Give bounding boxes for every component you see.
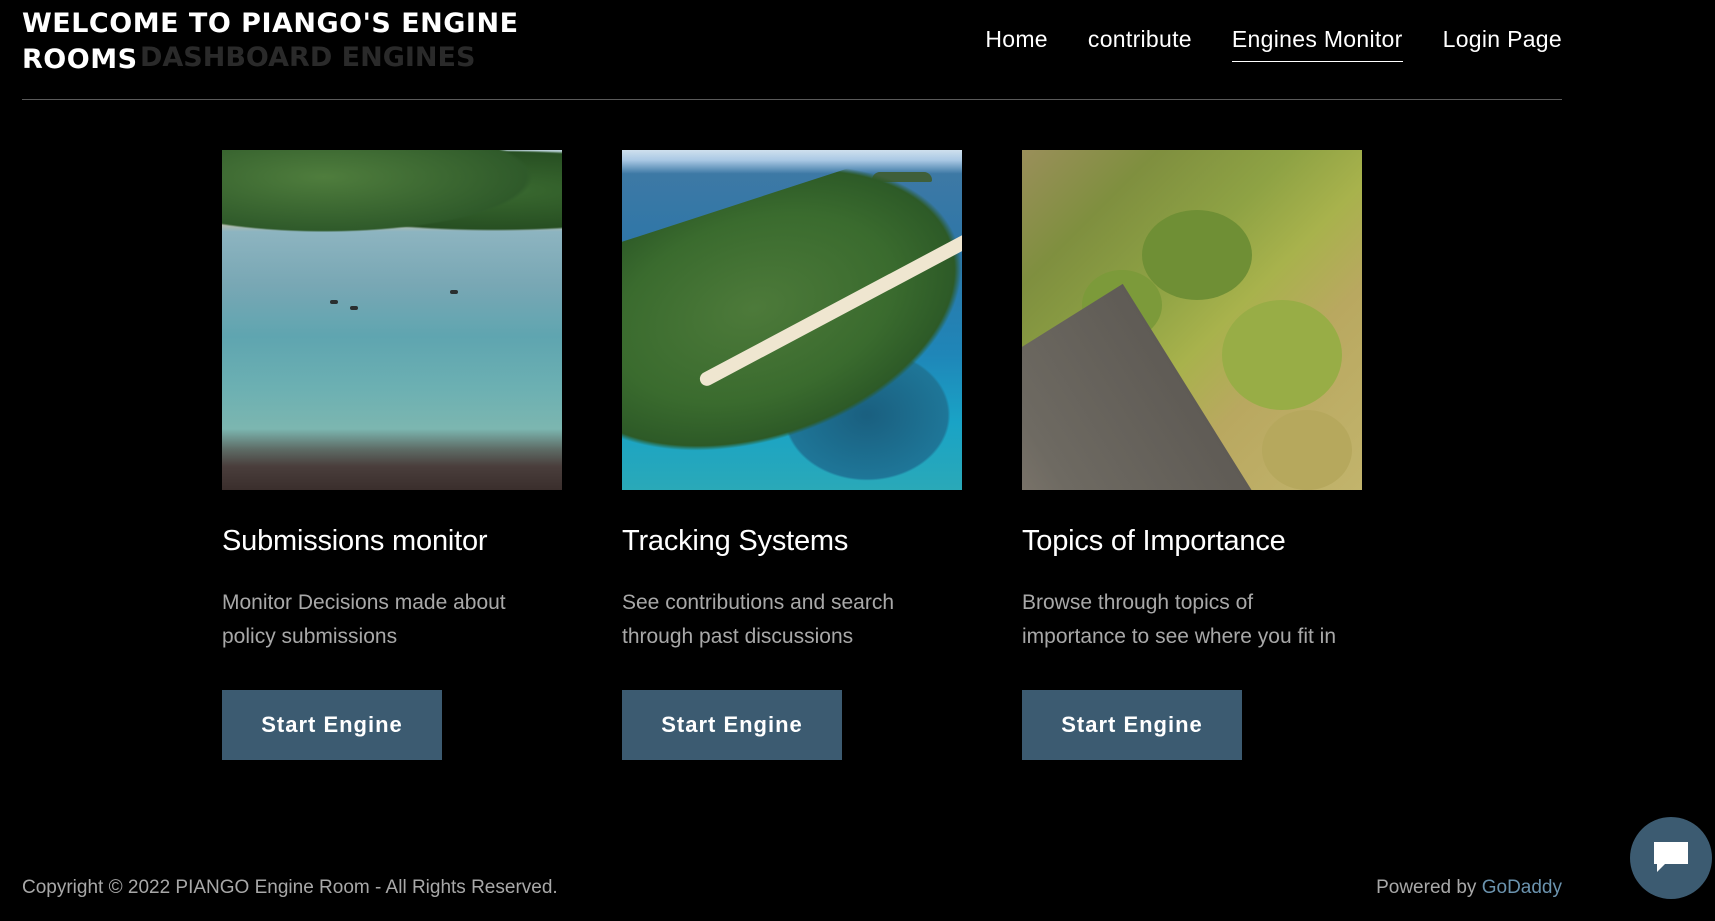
card-title: Tracking Systems (622, 525, 849, 557)
card-submissions-monitor: Submissions monitor Monitor Decisions ma… (222, 150, 562, 760)
island-image (622, 150, 962, 490)
powered-by: Powered by GoDaddy (1376, 877, 1562, 899)
card-title: Submissions monitor (222, 525, 488, 557)
chat-button[interactable] (1630, 817, 1712, 899)
grass-road-image (1022, 150, 1362, 490)
card-tracking-systems: Tracking Systems See contributions and s… (622, 150, 962, 760)
site-title[interactable]: WELCOME TO PIANGO'S ENGINE ROOMS (22, 6, 542, 78)
nav-login-page[interactable]: Login Page (1443, 26, 1562, 62)
card-description: Monitor Decisions made about policy subm… (222, 591, 506, 648)
main-nav: Home contribute Engines Monitor Login Pa… (985, 26, 1562, 62)
start-engine-button[interactable]: Start Engine (222, 690, 442, 760)
card-description: See contributions and search through pas… (622, 591, 895, 648)
card-title: Topics of Importance (1022, 525, 1286, 557)
godaddy-link[interactable]: GoDaddy (1482, 877, 1562, 898)
lagoon-image (222, 150, 562, 490)
chat-bubble-icon (1651, 839, 1691, 878)
card-topics-of-importance: Topics of Importance Browse through topi… (1022, 150, 1362, 760)
copyright-text: Copyright © 2022 PIANGO Engine Room - Al… (22, 877, 558, 898)
nav-contribute[interactable]: contribute (1088, 26, 1192, 62)
card-description: Browse through topics of importance to s… (1022, 591, 1336, 648)
nav-home[interactable]: Home (985, 26, 1048, 62)
start-engine-button[interactable]: Start Engine (1022, 690, 1242, 760)
site-header: DASHBOARD ENGINES WELCOME TO PIANGO'S EN… (22, 0, 1562, 100)
powered-by-prefix: Powered by (1376, 877, 1482, 898)
start-engine-button[interactable]: Start Engine (622, 690, 842, 760)
engine-cards: Submissions monitor Monitor Decisions ma… (222, 150, 1362, 760)
nav-engines-monitor[interactable]: Engines Monitor (1231, 26, 1403, 62)
